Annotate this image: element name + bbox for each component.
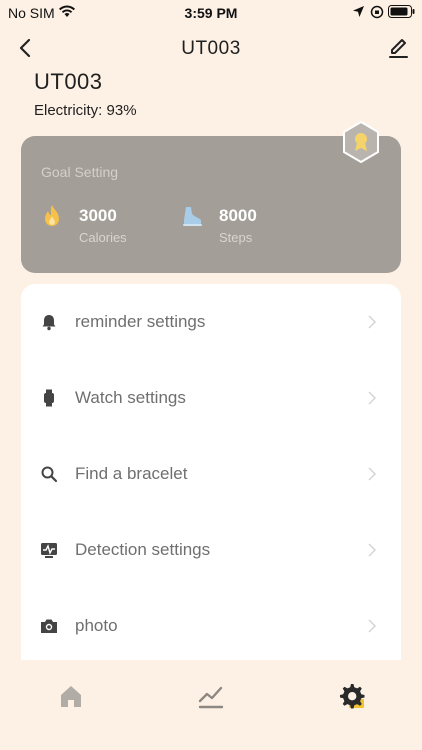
settings-menu: reminder settings Watch settings Find a …: [21, 284, 401, 660]
location-arrow-icon: [353, 6, 364, 17]
search-icon: [41, 466, 58, 483]
chevron-right-icon: [368, 315, 377, 329]
monitor-pulse-icon: [41, 543, 57, 558]
watch-icon: [44, 389, 54, 407]
battery-level-text: Electricity: 93%: [34, 102, 137, 119]
menu-item-label: Find a bracelet: [75, 464, 188, 483]
edit-button[interactable]: [386, 36, 410, 60]
battery-icon: [388, 5, 415, 18]
shoe-icon: [183, 207, 202, 226]
menu-item-label: Watch settings: [75, 388, 186, 407]
menu-item-detection-settings[interactable]: Detection settings: [21, 512, 401, 588]
chevron-right-icon: [368, 543, 377, 557]
calories-label: Calories: [79, 230, 127, 245]
page-title: UT003: [181, 38, 241, 59]
tab-home[interactable]: [57, 682, 85, 710]
menu-item-find-bracelet[interactable]: Find a bracelet: [21, 436, 401, 512]
menu-item-label: reminder settings: [75, 312, 206, 331]
goal-setting-heading: Goal Setting: [41, 164, 119, 180]
steps-label: Steps: [219, 230, 253, 245]
tab-bar: [0, 668, 422, 724]
tab-settings[interactable]: [337, 682, 365, 710]
bell-icon: [42, 315, 56, 331]
camera-icon: [41, 619, 57, 633]
flame-icon: [45, 205, 59, 226]
medal-icon: [343, 121, 379, 163]
calories-value: 3000: [79, 206, 117, 225]
tab-stats[interactable]: [197, 682, 225, 710]
status-bar: No SIM 3:59 PM: [0, 0, 422, 26]
chevron-right-icon: [368, 619, 377, 633]
device-name: UT003: [34, 69, 103, 94]
chevron-right-icon: [368, 391, 377, 405]
menu-item-reminder-settings[interactable]: reminder settings: [21, 284, 401, 360]
home-indicator: [144, 737, 278, 742]
menu-item-photo[interactable]: photo: [21, 588, 401, 660]
menu-item-watch-settings[interactable]: Watch settings: [21, 360, 401, 436]
menu-item-label: photo: [75, 616, 118, 635]
steps-value: 8000: [219, 206, 257, 225]
nav-bar: UT003: [0, 30, 422, 66]
menu-item-label: Detection settings: [75, 540, 211, 559]
orientation-lock-icon: [370, 5, 384, 19]
chevron-right-icon: [368, 467, 377, 481]
